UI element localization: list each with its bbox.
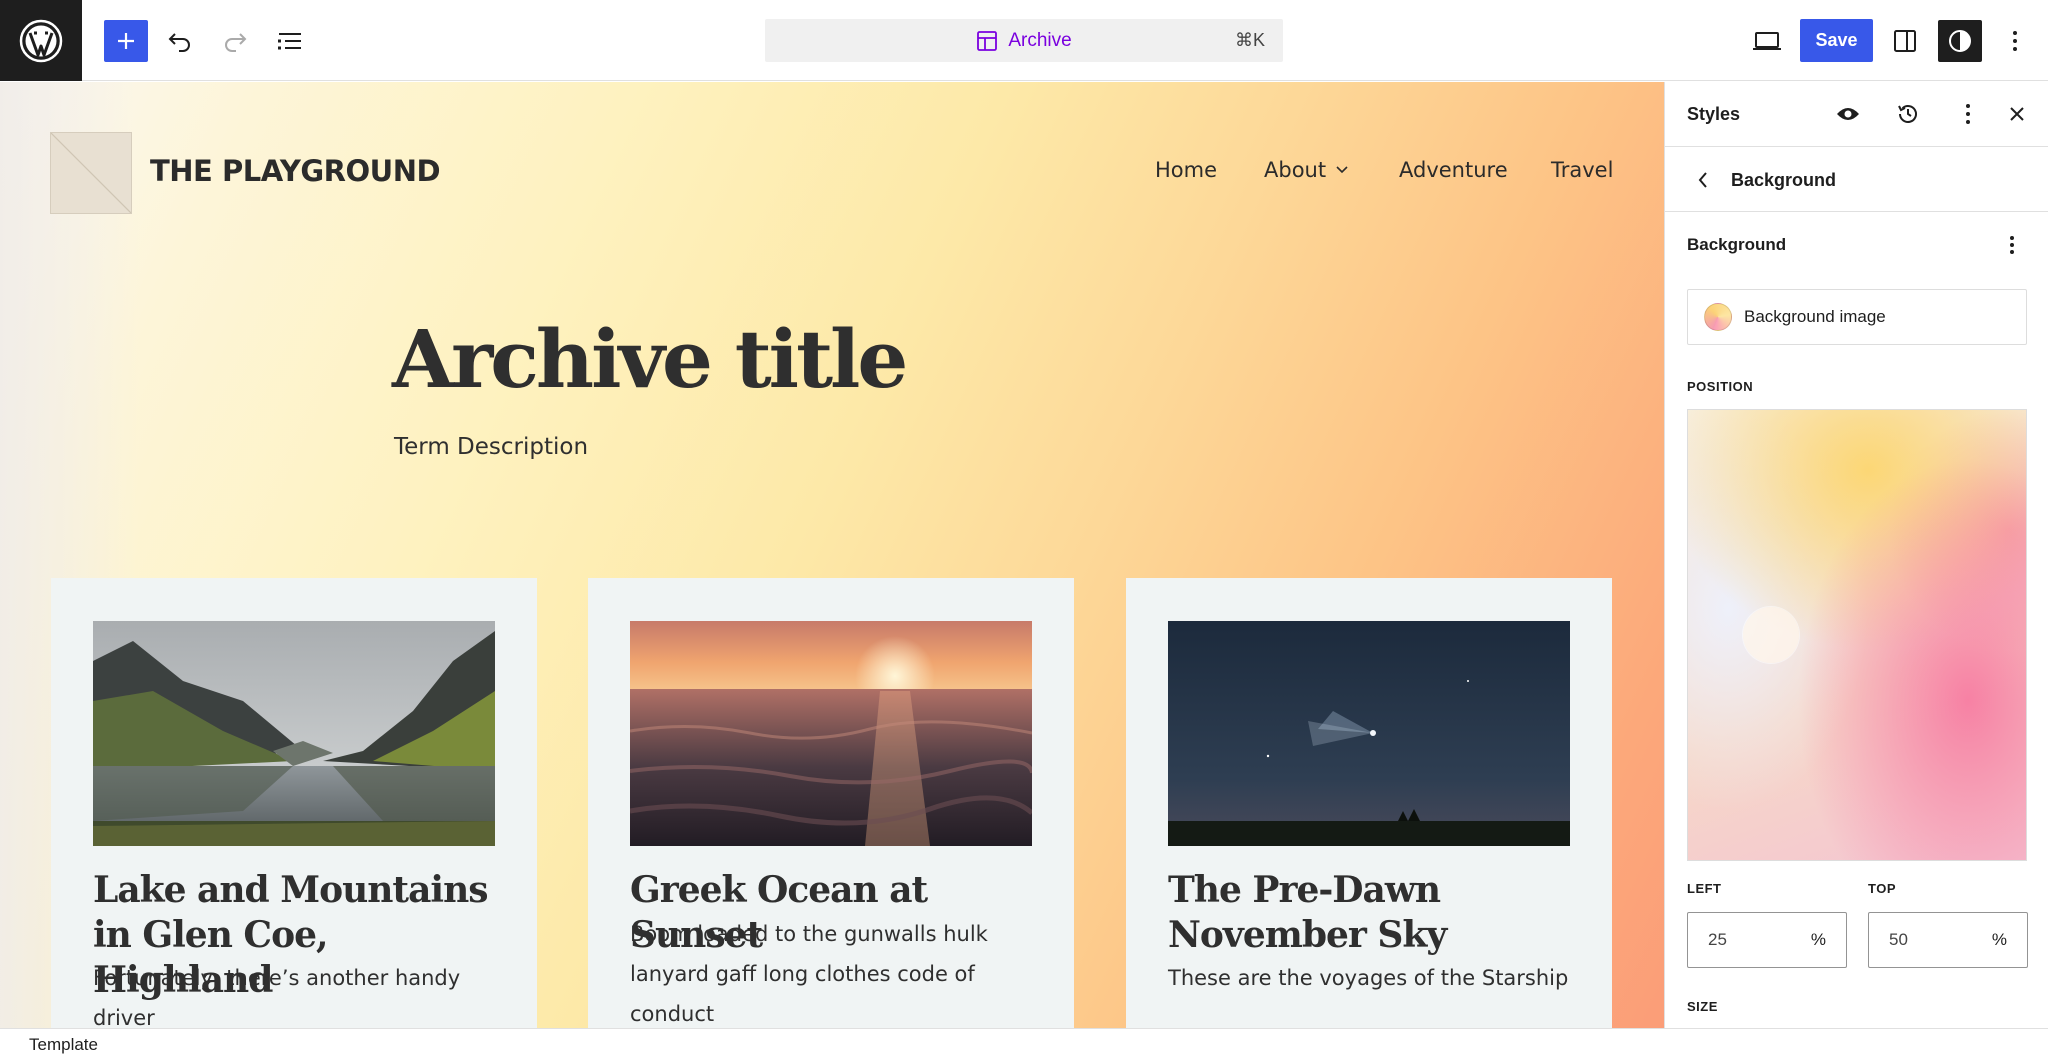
background-options-button[interactable]	[1996, 229, 2028, 261]
editor-canvas[interactable]: THE PLAYGROUND Home About Adventure Trav…	[0, 82, 1664, 1028]
nav-item-home[interactable]: Home	[1155, 158, 1217, 182]
post-featured-image-sunset[interactable]	[630, 621, 1032, 846]
top-position-field[interactable]: %	[1868, 912, 2028, 968]
background-image-label: Background image	[1744, 307, 1886, 326]
term-description[interactable]: Term Description	[394, 434, 588, 460]
settings-toggle-button[interactable]	[1883, 20, 1927, 62]
left-position-field[interactable]: %	[1687, 912, 1847, 968]
post-card[interactable]: Greek Ocean at Sunset Boom loaded to the…	[588, 578, 1074, 1028]
eye-icon	[1837, 108, 1859, 120]
command-shortcut: ⌘K	[1234, 30, 1265, 50]
post-featured-image-sky[interactable]	[1168, 621, 1570, 846]
styles-contrast-icon	[1949, 30, 1971, 52]
add-block-button[interactable]	[104, 20, 148, 62]
logo-placeholder-icon	[51, 133, 131, 213]
post-featured-image-lake[interactable]	[93, 621, 495, 846]
focal-point-picker[interactable]	[1687, 409, 2027, 861]
save-button[interactable]: Save	[1800, 19, 1873, 62]
editor-options-button[interactable]	[1993, 20, 2037, 62]
redo-button[interactable]	[213, 20, 257, 62]
command-center-label-group: Archive	[976, 29, 1072, 52]
archive-title[interactable]: Archive title	[392, 312, 908, 406]
post-card[interactable]: Lake and Mountains in Glen Coe, Highland…	[51, 578, 537, 1028]
sidebar-settings-icon	[1894, 30, 1916, 52]
history-icon	[1898, 105, 1917, 123]
background-section-heading: Background	[1687, 235, 1787, 254]
command-palette-button[interactable]: Archive ⌘K	[765, 19, 1283, 62]
background-image-button[interactable]: Background image	[1687, 289, 2027, 345]
sidebar-subnav: Background	[1665, 147, 2048, 212]
background-image-swatch	[1704, 303, 1732, 331]
position-label: POSITION	[1687, 379, 1754, 394]
more-vertical-icon	[2010, 236, 2014, 254]
editor-toolbar: Archive ⌘K Save	[0, 0, 2048, 81]
top-label: TOP	[1868, 881, 1896, 896]
style-book-button[interactable]	[1832, 98, 1864, 130]
undo-icon	[168, 33, 190, 52]
site-logo-placeholder[interactable]	[50, 132, 132, 214]
sidebar-title: Styles	[1687, 104, 1741, 124]
styles-toggle-button[interactable]	[1938, 20, 1982, 62]
post-excerpt[interactable]: These are the voyages of the Starship	[1168, 958, 1578, 998]
top-position-input[interactable]	[1889, 930, 1989, 950]
nav-item-travel[interactable]: Travel	[1551, 158, 1613, 182]
editor-footer: Template	[0, 1028, 2048, 1060]
chevron-left-icon	[1698, 172, 1707, 188]
styles-sidebar: Styles Background Background Background …	[1664, 82, 2048, 1028]
post-excerpt[interactable]: Boom loaded to the gunwalls hulk lanyard…	[630, 914, 1040, 1028]
back-button[interactable]	[1687, 164, 1719, 196]
post-excerpt[interactable]: Fortunately, there’s another handy drive…	[93, 958, 503, 1028]
ocean-sunset-image	[630, 621, 1032, 846]
wordpress-icon	[19, 19, 63, 62]
more-vertical-icon	[1966, 104, 1970, 124]
lake-mountains-image	[93, 621, 495, 846]
left-label: LEFT	[1687, 881, 1722, 896]
left-unit: %	[1810, 930, 1826, 949]
subnav-title: Background	[1731, 170, 1837, 190]
list-view-icon	[278, 33, 301, 50]
wordpress-logo-button[interactable]	[0, 0, 82, 81]
revisions-button[interactable]	[1892, 98, 1924, 130]
focal-point-handle[interactable]	[1743, 607, 1799, 663]
breadcrumb-template[interactable]: Template	[29, 1035, 98, 1055]
size-label: SIZE	[1687, 999, 1718, 1014]
list-view-button[interactable]	[268, 20, 312, 62]
undo-button[interactable]	[158, 20, 202, 62]
nav-item-adventure[interactable]: Adventure	[1399, 158, 1508, 182]
post-card[interactable]: The Pre-Dawn November Sky These are the …	[1126, 578, 1612, 1028]
more-vertical-icon	[2013, 31, 2017, 51]
post-title[interactable]: The Pre-Dawn November Sky	[1168, 868, 1578, 958]
redo-icon	[225, 33, 247, 52]
styles-more-button[interactable]	[1952, 98, 1984, 130]
close-icon	[2010, 107, 2024, 121]
nav-item-about-label: About	[1264, 158, 1327, 182]
sidebar-header: Styles	[1665, 82, 2048, 147]
view-button[interactable]	[1745, 20, 1789, 62]
nav-item-about[interactable]: About	[1264, 158, 1348, 182]
plus-icon	[118, 33, 134, 49]
desktop-view-icon	[1753, 32, 1781, 50]
close-sidebar-button[interactable]	[2001, 98, 2033, 130]
command-title: Archive	[1008, 29, 1072, 51]
night-sky-image	[1168, 621, 1570, 846]
site-title[interactable]: THE PLAYGROUND	[150, 154, 441, 188]
chevron-down-icon	[1336, 166, 1348, 174]
top-unit: %	[1991, 930, 2007, 949]
left-position-input[interactable]	[1708, 930, 1808, 950]
template-icon	[977, 30, 998, 51]
